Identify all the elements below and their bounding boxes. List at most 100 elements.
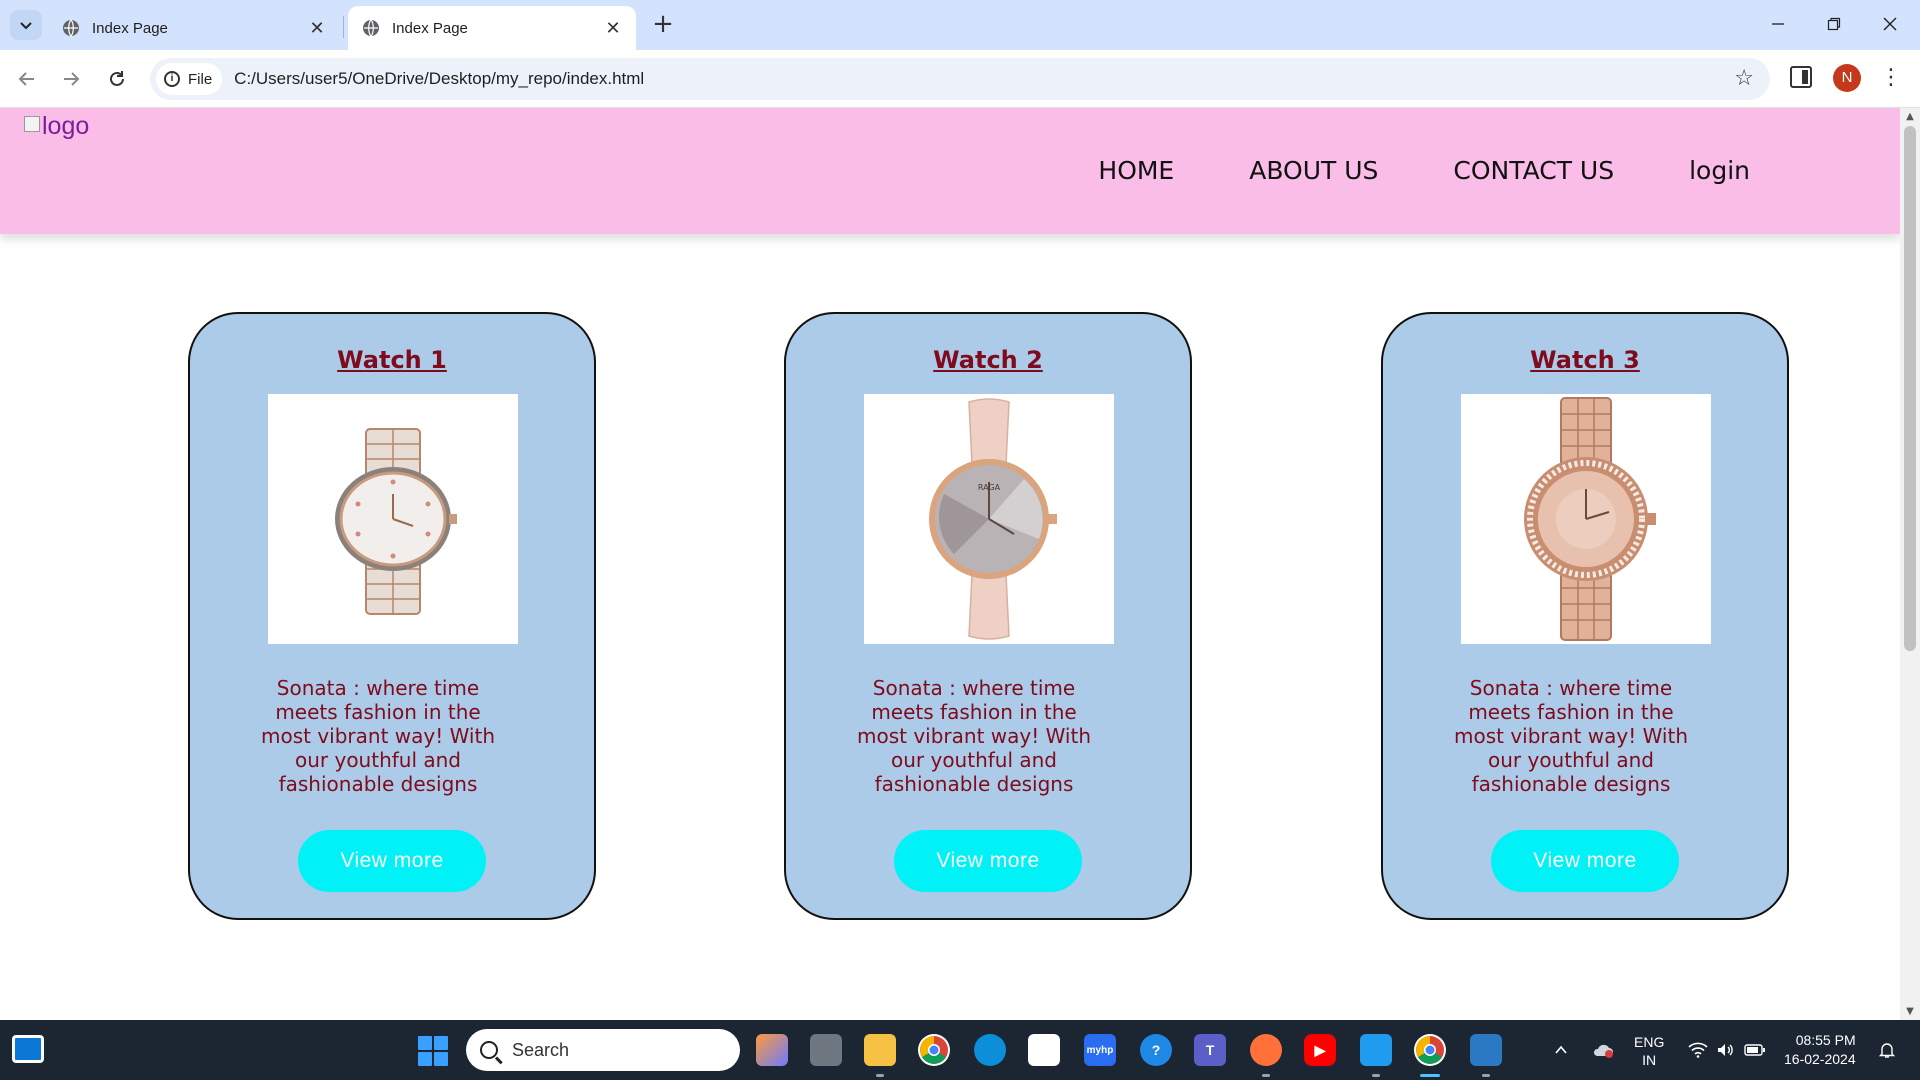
help-icon[interactable]: ? <box>1140 1034 1172 1066</box>
main-nav: HOME ABOUT US CONTACT US login <box>1023 156 1750 185</box>
nav-login[interactable]: login <box>1689 156 1750 185</box>
nav-about-us[interactable]: ABOUT US <box>1249 156 1378 185</box>
minimize-icon <box>1772 23 1784 25</box>
widgets-icon[interactable] <box>12 1035 44 1063</box>
reload-icon <box>110 71 124 86</box>
file-explorer-icon[interactable] <box>864 1034 896 1066</box>
volume-icon[interactable] <box>1716 1020 1734 1080</box>
chevron-up-icon <box>1555 1045 1567 1054</box>
close-window-button[interactable] <box>1870 8 1910 40</box>
running-indicator <box>876 1074 884 1077</box>
browser-tab-2[interactable]: Index Page ✕ <box>348 6 636 50</box>
onedrive-status-icon[interactable] <box>1592 1020 1614 1080</box>
new-tab-button[interactable]: + <box>650 11 676 38</box>
youtube-icon[interactable]: ▶ <box>1304 1034 1336 1066</box>
myhp-icon[interactable]: myhp <box>1084 1034 1116 1066</box>
show-hidden-icons[interactable] <box>1554 1020 1568 1080</box>
clock-time: 08:55 PM <box>1795 1032 1856 1048</box>
scroll-down-icon[interactable]: ▼ <box>1905 1006 1915 1017</box>
logo-alt-text: logo <box>42 112 90 140</box>
side-panel-icon[interactable] <box>1790 66 1812 88</box>
arrow-left-icon <box>18 72 34 86</box>
minimize-button[interactable] <box>1758 8 1798 40</box>
view-more-button[interactable]: View more <box>894 830 1082 892</box>
start-button[interactable] <box>418 1036 448 1066</box>
copilot-icon[interactable] <box>756 1034 788 1066</box>
restore-icon <box>1827 17 1841 31</box>
battery-icon[interactable] <box>1744 1020 1766 1080</box>
microsoft-store-icon[interactable] <box>1028 1034 1060 1066</box>
watch-icon <box>1524 397 1656 641</box>
taskbar-search-label: Search <box>512 1039 570 1060</box>
browser-tab-1[interactable]: Index Page ✕ <box>48 6 340 50</box>
tab-search-button[interactable] <box>10 10 42 40</box>
reload-button[interactable] <box>102 64 132 94</box>
svg-text:RAGA: RAGA <box>978 483 1001 492</box>
chrome-icon[interactable] <box>918 1034 950 1066</box>
vscode-icon[interactable] <box>1360 1034 1392 1066</box>
teams-icon[interactable]: T <box>1194 1034 1226 1066</box>
card-title[interactable]: Watch 3 <box>1383 346 1787 374</box>
back-button[interactable] <box>12 64 42 94</box>
chrome-active-icon[interactable] <box>1414 1034 1446 1066</box>
restore-button[interactable] <box>1814 8 1854 40</box>
card-title[interactable]: Watch 2 <box>786 346 1190 374</box>
watch-icon <box>335 428 457 615</box>
photos-icon[interactable] <box>1470 1034 1502 1066</box>
product-card: Watch 3 Sonata : where time meets fashio… <box>1381 312 1789 920</box>
globe-icon <box>63 19 79 37</box>
edge-icon[interactable] <box>974 1034 1006 1066</box>
view-more-button[interactable]: View more <box>1491 830 1679 892</box>
file-chip-label: File <box>188 70 213 88</box>
url-text[interactable]: C:/Users/user5/OneDrive/Desktop/my_repo/… <box>234 69 644 89</box>
running-indicator <box>1262 1074 1270 1077</box>
site-header: logo HOME ABOUT US CONTACT US login <box>0 108 1900 234</box>
active-indicator <box>1420 1074 1440 1077</box>
task-view-icon[interactable] <box>810 1034 842 1066</box>
bookmark-star-icon[interactable]: ☆ <box>1734 66 1754 91</box>
chrome-logo <box>1416 1036 1444 1064</box>
system-clock[interactable]: 08:55 PM 16-02-2024 <box>1784 1031 1856 1069</box>
running-indicator <box>1482 1074 1490 1077</box>
address-bar[interactable]: i File C:/Users/user5/OneDrive/Desktop/m… <box>150 58 1770 100</box>
notifications-icon[interactable] <box>1878 1020 1896 1080</box>
logo-image[interactable]: logo <box>24 112 89 141</box>
card-description: Sonata : where time meets fashion in the… <box>260 676 495 796</box>
running-indicator <box>1372 1074 1380 1077</box>
close-icon <box>1883 17 1897 31</box>
scrollbar-thumb[interactable] <box>1904 126 1916 651</box>
scroll-up-icon[interactable]: ▲ <box>1905 111 1915 122</box>
browser-toolbar: i File C:/Users/user5/OneDrive/Desktop/m… <box>0 50 1920 108</box>
globe-icon <box>363 19 379 37</box>
profile-avatar[interactable]: N <box>1833 64 1861 92</box>
page-scrollbar[interactable]: ▲ ▼ <box>1900 108 1920 1020</box>
nav-home[interactable]: HOME <box>1098 156 1174 185</box>
watch-image: RAGA <box>864 394 1114 644</box>
tab-title: Index Page <box>92 19 168 37</box>
view-more-button[interactable]: View more <box>298 830 486 892</box>
nav-contact-us[interactable]: CONTACT US <box>1453 156 1614 185</box>
product-card: Watch 1 Sonata : where time meets fashio… <box>188 312 596 920</box>
taskbar-search[interactable]: Search <box>466 1029 740 1071</box>
info-icon: i <box>164 71 180 87</box>
card-description: Sonata : where time meets fashion in the… <box>1453 676 1688 796</box>
broken-image-icon <box>24 116 40 132</box>
close-icon[interactable]: ✕ <box>604 18 622 39</box>
input-language[interactable]: ENG IN <box>1634 1033 1664 1069</box>
forward-button[interactable] <box>56 64 86 94</box>
more-menu-icon[interactable]: ⋮ <box>1880 64 1902 94</box>
close-icon[interactable]: ✕ <box>308 18 326 39</box>
firefox-icon[interactable] <box>1250 1034 1282 1066</box>
site-info-chip[interactable]: i File <box>156 63 223 95</box>
product-card: Watch 2 RAGA Sonata : where time meets f… <box>784 312 1192 920</box>
chevron-down-icon <box>20 22 32 30</box>
wifi-icon[interactable] <box>1688 1020 1708 1080</box>
arrow-right-icon <box>64 72 80 86</box>
tab-separator <box>343 16 344 38</box>
watch-image <box>268 394 518 644</box>
chrome-logo <box>920 1036 948 1064</box>
tab-title: Index Page <box>392 19 468 37</box>
watch-image <box>1461 394 1711 644</box>
browser-tab-strip: Index Page ✕ Index Page ✕ + <box>0 0 1920 50</box>
card-title[interactable]: Watch 1 <box>190 346 594 374</box>
